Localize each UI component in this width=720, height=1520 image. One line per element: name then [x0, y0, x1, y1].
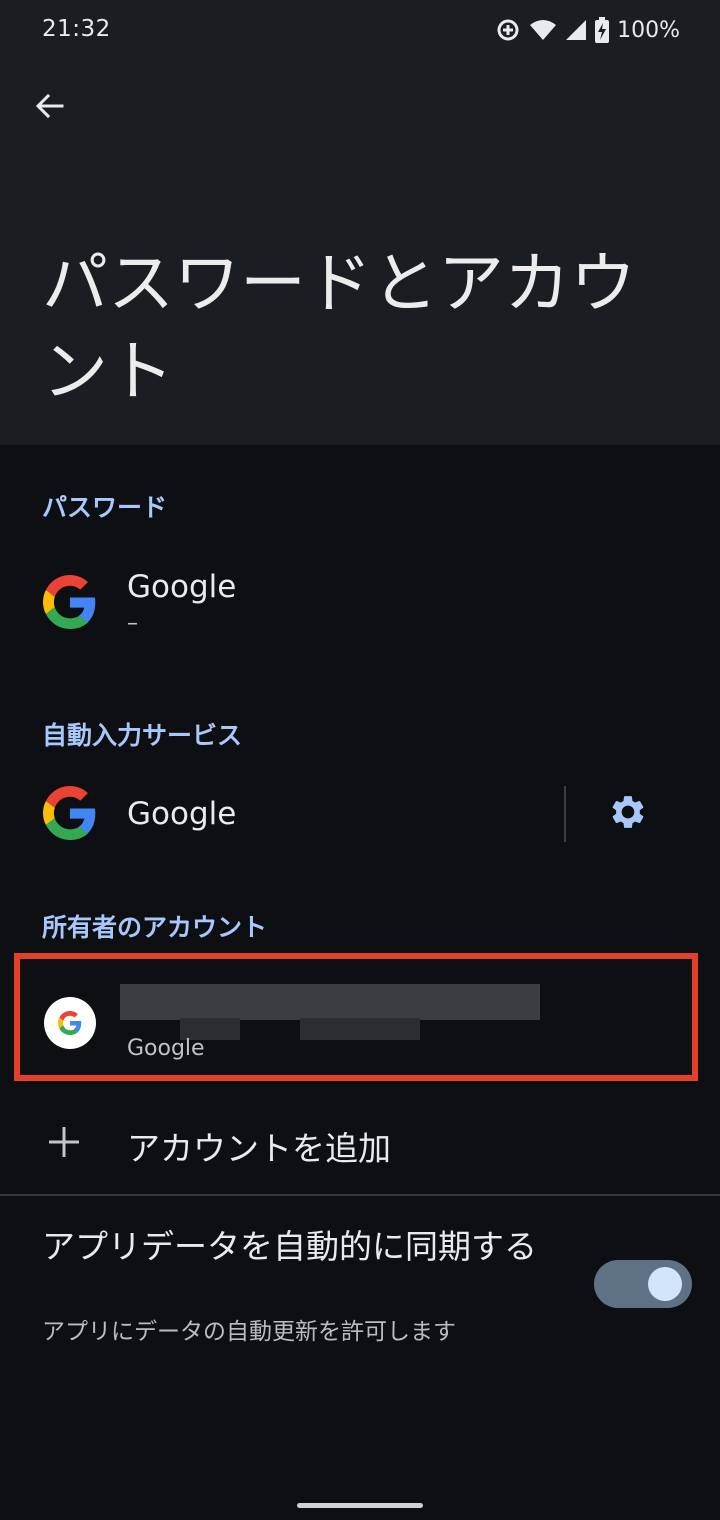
signal-icon [565, 18, 587, 42]
autofill-divider [564, 786, 566, 842]
passwords-section-header: パスワード [42, 493, 168, 522]
google-logo-icon [43, 786, 97, 840]
app-header: 21:32 100% パスワードとアカウント [0, 0, 720, 445]
battery-charging-icon [595, 17, 610, 43]
status-time: 21:32 [42, 16, 111, 42]
wifi-icon [529, 18, 557, 42]
redacted-account-name [120, 984, 540, 1020]
gear-icon [609, 793, 647, 835]
password-item-title: Google [127, 569, 237, 605]
google-logo-icon [43, 575, 97, 629]
status-bar: 21:32 100% [0, 0, 720, 60]
page-title: パスワードとアカウント [42, 245, 636, 410]
passwords-and-accounts-screen: 21:32 100% パスワードとアカウント パスワード Google – 自動… [0, 0, 720, 1520]
auto-sync-subtitle: アプリにデータの自動更新を許可します [42, 1319, 456, 1345]
account-type-label: Google [127, 1036, 205, 1061]
auto-sync-title: アプリデータを自動的に同期する [42, 1227, 537, 1266]
autofill-settings-button[interactable] [602, 788, 654, 840]
google-logo-icon [58, 1011, 82, 1035]
google-account-avatar [44, 997, 96, 1049]
autofill-item-google[interactable]: Google [0, 770, 560, 860]
auto-sync-toggle[interactable] [594, 1260, 692, 1308]
autofill-item-title: Google [127, 796, 237, 832]
back-button[interactable] [26, 84, 74, 132]
autofill-section-header: 自動入力サービス [42, 721, 243, 750]
owner-accounts-section-header: 所有者のアカウント [42, 913, 268, 942]
redacted-account-name [300, 1018, 420, 1040]
add-account-label: アカウントを追加 [127, 1129, 391, 1168]
arrow-back-icon [34, 90, 66, 126]
gesture-nav-handle[interactable] [297, 1503, 423, 1508]
data-saver-icon [495, 17, 521, 43]
status-icons: 100% [495, 14, 680, 46]
password-item-google[interactable]: Google – [0, 545, 720, 655]
password-item-subtitle: – [127, 611, 138, 636]
add-account-button[interactable]: アカウントを追加 [0, 1098, 720, 1190]
toggle-knob [648, 1267, 682, 1301]
battery-percent: 100% [617, 17, 680, 43]
section-divider [0, 1194, 720, 1196]
plus-icon [44, 1122, 84, 1162]
